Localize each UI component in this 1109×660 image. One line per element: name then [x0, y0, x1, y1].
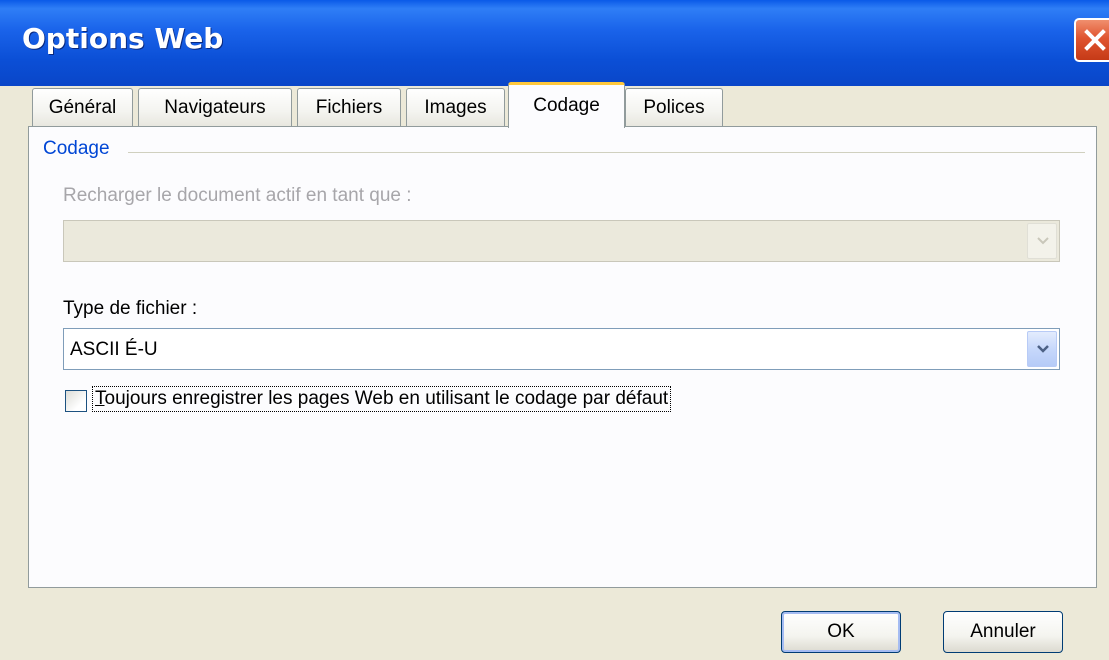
- filetype-label: Type de fichier :: [63, 298, 198, 319]
- window-title: Options Web: [22, 22, 224, 55]
- always-save-checkbox[interactable]: [65, 390, 87, 412]
- cancel-button[interactable]: Annuler: [943, 611, 1063, 653]
- chevron-down-icon: [1037, 345, 1049, 353]
- filetype-value: ASCII É-U: [70, 339, 158, 360]
- tab-fichiers[interactable]: Fichiers: [297, 88, 401, 126]
- cancel-button-label: Annuler: [970, 621, 1036, 642]
- tab-general[interactable]: Général: [32, 88, 133, 126]
- tab-label: Fichiers: [315, 97, 383, 118]
- chevron-down-icon: [1037, 237, 1049, 245]
- close-icon: [1084, 29, 1106, 51]
- group-label-codage: Codage: [43, 138, 118, 160]
- group-divider: [128, 152, 1085, 153]
- reload-label: Recharger le document actif en tant que …: [63, 185, 412, 206]
- tab-codage[interactable]: Codage: [508, 82, 625, 128]
- filetype-dropdown-button[interactable]: [1027, 331, 1057, 367]
- always-save-label-text: oujours enregistrer les pages Web en uti…: [104, 388, 669, 409]
- ok-button[interactable]: OK: [781, 611, 901, 653]
- tab-images[interactable]: Images: [406, 88, 505, 126]
- tab-label: Polices: [643, 97, 705, 118]
- tab-label: Navigateurs: [164, 97, 266, 118]
- tab-label: Codage: [533, 95, 600, 116]
- filetype-select[interactable]: ASCII É-U: [63, 328, 1060, 370]
- reload-dropdown-button: [1027, 223, 1057, 259]
- close-button[interactable]: [1074, 18, 1109, 62]
- ok-button-label: OK: [827, 621, 855, 642]
- accelerator-key: T: [95, 388, 105, 409]
- tab-polices[interactable]: Polices: [625, 88, 723, 126]
- always-save-label[interactable]: Toujours enregistrer les pages Web en ut…: [91, 386, 672, 412]
- tab-label: Général: [48, 97, 117, 118]
- tab-label: Images: [424, 97, 487, 118]
- reload-encoding-select: [63, 220, 1060, 262]
- title-bar: Options Web: [0, 0, 1109, 86]
- tab-navigateurs[interactable]: Navigateurs: [138, 88, 292, 126]
